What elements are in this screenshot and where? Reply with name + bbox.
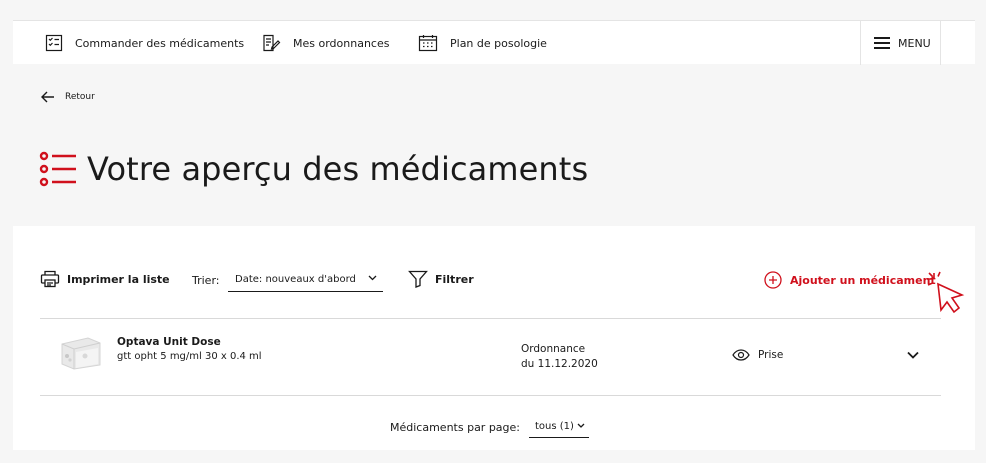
prescription-label: Ordonnance xyxy=(521,343,586,355)
view-intake-button[interactable]: Prise xyxy=(732,349,783,361)
top-navigation: Commander des médicaments Mes ordonnance… xyxy=(13,20,975,65)
expand-chevron-icon[interactable] xyxy=(907,351,919,359)
list-icon xyxy=(39,151,76,187)
hamburger-icon xyxy=(874,37,890,49)
nav-my-prescriptions[interactable]: Mes ordonnances xyxy=(261,21,389,65)
nav-order-label: Commander des médicaments xyxy=(75,36,245,50)
calendar-icon xyxy=(418,35,438,52)
nav-prescriptions-label: Mes ordonnances xyxy=(293,36,390,50)
arrow-left-icon xyxy=(41,91,54,103)
per-page-label: Médicaments par page: xyxy=(390,421,521,434)
click-pointer-icon xyxy=(927,271,965,314)
funnel-icon xyxy=(408,270,428,288)
medication-package-image xyxy=(61,337,101,370)
eye-icon xyxy=(732,349,750,361)
medication-panel: Imprimer la liste Trier: Date: nouveaux … xyxy=(13,226,975,450)
nav-order-medications[interactable]: Commander des médicaments xyxy=(45,21,244,65)
print-label: Imprimer la liste xyxy=(67,272,170,286)
chevron-down-icon xyxy=(577,423,585,428)
prescription-date: du 11.12.2020 xyxy=(521,358,598,370)
per-page-select[interactable]: tous (1) xyxy=(529,416,589,438)
sort-value: Date: nouveaux d'abord xyxy=(235,274,356,285)
per-page-value: tous (1) xyxy=(535,421,574,432)
printer-icon xyxy=(40,270,60,288)
checklist-icon xyxy=(45,34,63,52)
intake-label: Prise xyxy=(758,349,784,361)
medication-row[interactable]: Optava Unit Dose gtt opht 5 mg/ml 30 x 0… xyxy=(40,319,941,396)
print-list-button[interactable]: Imprimer la liste xyxy=(40,270,170,288)
back-link[interactable]: Retour xyxy=(41,91,95,103)
menu-label: MENU xyxy=(898,36,931,50)
sort-label: Trier: xyxy=(192,274,220,287)
plus-circle-icon xyxy=(764,271,782,289)
chevron-down-icon xyxy=(368,275,377,281)
medication-description: gtt opht 5 mg/ml 30 x 0.4 ml xyxy=(117,351,262,362)
page-title: Votre aperçu des médicaments xyxy=(87,150,589,188)
add-medication-label: Ajouter un médicament xyxy=(790,273,936,287)
filter-label: Filtrer xyxy=(435,272,474,286)
medication-name: Optava Unit Dose xyxy=(117,336,221,348)
nav-dosage-label: Plan de posologie xyxy=(450,36,547,50)
back-label: Retour xyxy=(65,92,95,102)
nav-dosage-plan[interactable]: Plan de posologie xyxy=(418,21,547,65)
prescription-icon xyxy=(263,34,281,52)
add-medication-button[interactable]: Ajouter un médicament xyxy=(764,271,936,289)
filter-button[interactable]: Filtrer xyxy=(408,270,474,288)
page-header: Votre aperçu des médicaments xyxy=(39,150,588,188)
sort-select[interactable]: Date: nouveaux d'abord xyxy=(228,268,383,292)
divider xyxy=(40,395,941,396)
menu-button[interactable]: MENU xyxy=(860,21,941,65)
